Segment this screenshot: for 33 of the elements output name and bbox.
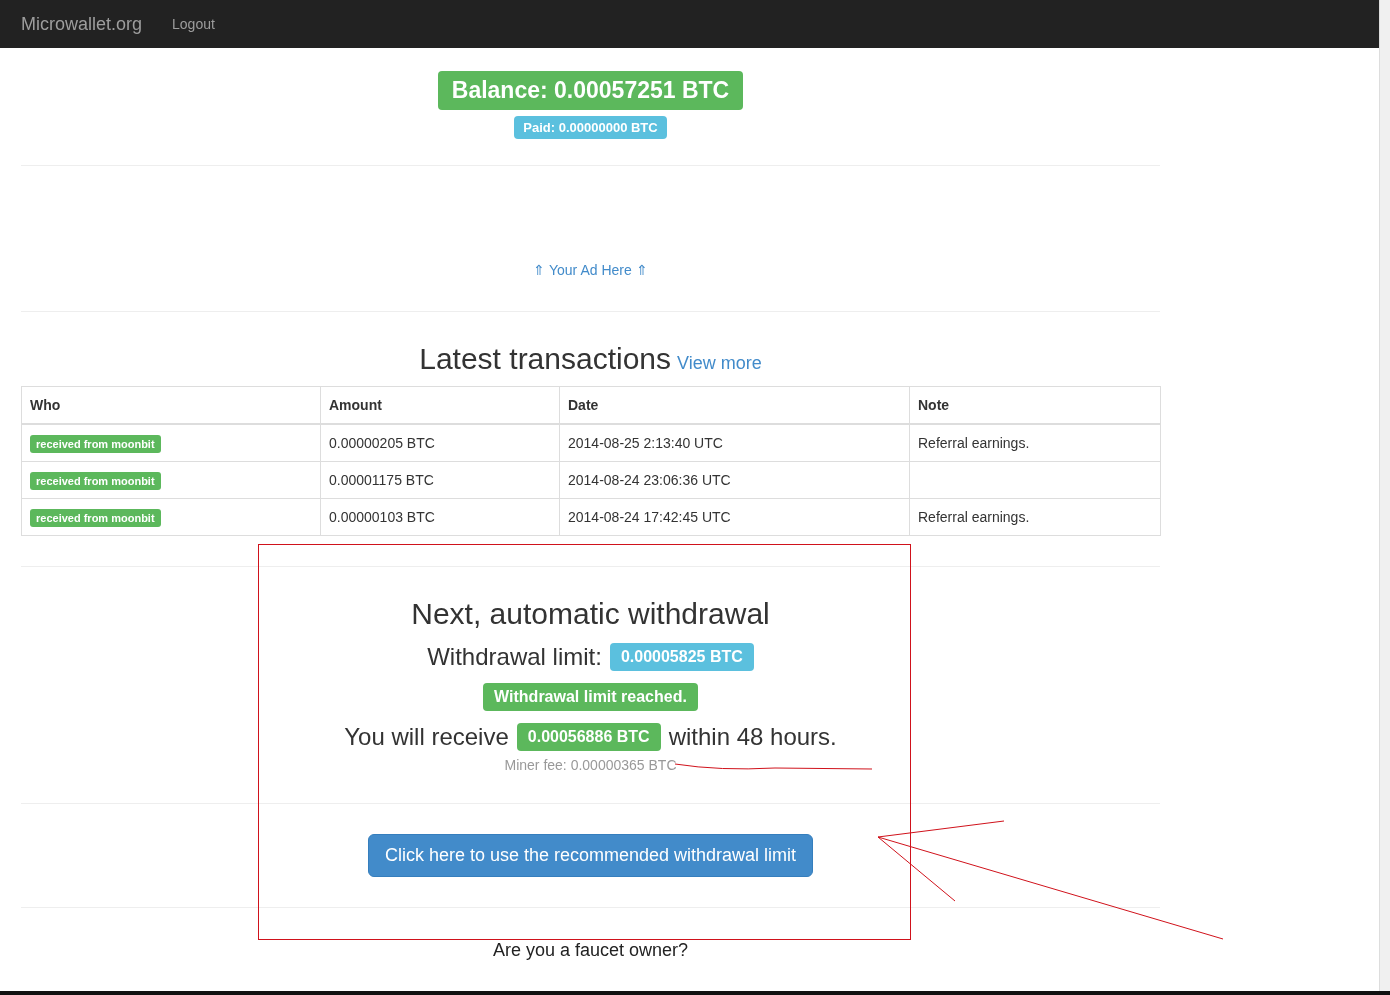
source-label: received from moonbit (30, 509, 161, 527)
table-cell: Referral earnings. (918, 509, 1030, 525)
status-badge: Withdrawal limit reached. (483, 683, 698, 711)
source-label: received from moonbit (30, 472, 161, 490)
table-cell: 2014-08-24 23:06:36 UTC (568, 472, 731, 488)
table-cell: 2014-08-24 17:42:45 UTC (568, 509, 731, 525)
receive-text: within 48 hours. (668, 723, 837, 751)
amount-badge: 0.00056886 BTC (516, 723, 661, 751)
miner-fee-text: Miner fee: 0.00000365 BTC (504, 757, 677, 773)
withdrawal-limit-button[interactable]: Click here to use the recommended withdrawal limit (367, 834, 814, 877)
balance-badge: Balance: 0.00057251 BTC (437, 71, 744, 110)
section-heading: Latest transactions (419, 342, 672, 375)
limit-text: Withdrawal limit: (427, 643, 602, 671)
withdrawal-heading: Next, automatic withdrawal (411, 597, 770, 631)
source-label: received from moonbit (30, 435, 161, 453)
table-cell: 0.00000103 BTC (329, 509, 435, 525)
table-cell: 2014-08-25 2:13:40 UTC (568, 435, 723, 451)
column-header: Date (568, 397, 599, 413)
table-cell: 0.00001175 BTC (329, 472, 434, 488)
ad-link[interactable]: ⇑ Your Ad Here ⇑ (533, 262, 648, 278)
column-header: Who (30, 397, 61, 413)
paid-badge: Paid: 0.00000000 BTC (514, 116, 667, 139)
scrollbar[interactable] (1379, 0, 1390, 991)
column-header: Note (918, 397, 950, 413)
table-cell: 0.00000205 BTC (329, 435, 435, 451)
brand-link[interactable]: Microwallet.org (21, 13, 143, 35)
table-cell: Referral earnings. (918, 435, 1030, 451)
view-more-link[interactable]: View more (677, 353, 762, 373)
faucet-question: Are you a faucet owner? (491, 939, 690, 961)
receive-text: You will receive (344, 723, 509, 751)
limit-badge: 0.00005825 BTC (609, 643, 754, 671)
logout-link[interactable]: Logout (172, 16, 215, 32)
column-header: Amount (329, 397, 382, 413)
